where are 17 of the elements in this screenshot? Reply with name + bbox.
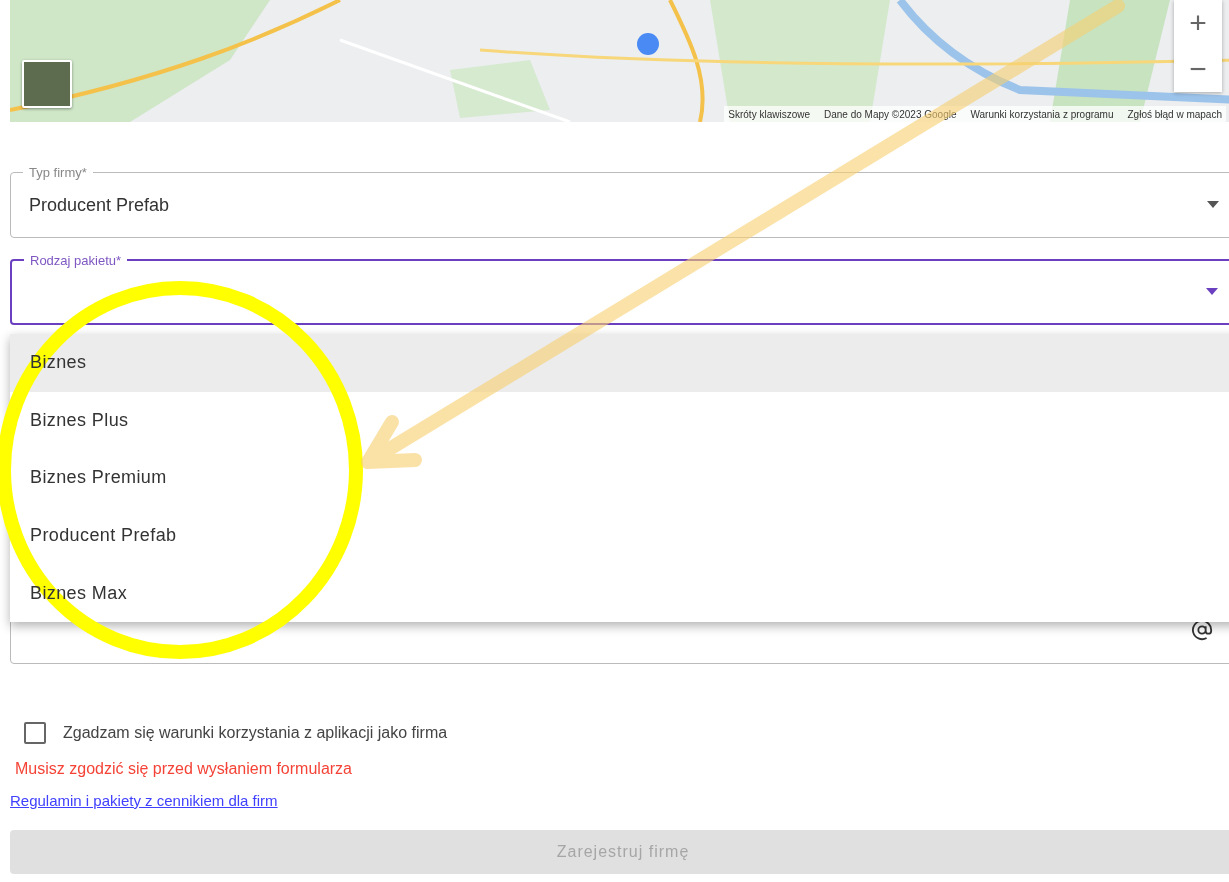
checkbox[interactable] (24, 722, 46, 744)
map-layer-thumbnail[interactable] (22, 60, 72, 108)
field-label: Typ firmy* (23, 165, 93, 180)
error-message: Musisz zgodzić się przed wysłaniem formularza (15, 760, 353, 778)
zoom-in-button[interactable]: + (1174, 0, 1222, 46)
at-icon (1191, 619, 1213, 641)
zoom-out-button[interactable]: − (1174, 46, 1222, 92)
field-value: Producent Prefab (29, 194, 170, 216)
dropdown-caret-icon (1206, 288, 1218, 295)
attribution-link[interactable]: Zgłoś błąd w mapach (1127, 108, 1222, 120)
attribution-link[interactable]: Skróty klawiszowe (728, 108, 810, 120)
dropdown-caret-icon (1207, 201, 1219, 208)
attribution-link[interactable]: Warunki korzystania z programu (970, 108, 1114, 120)
checkbox-label: Zgadzam się warunki korzystania z aplikacji jako firma (63, 724, 448, 742)
attribution-link[interactable]: Dane do Mapy ©2023 Google (824, 108, 957, 120)
terms-link[interactable]: Regulamin i pakiety z cennikiem dla firm (10, 792, 278, 809)
field-label: Rodzaj pakietu* (24, 253, 128, 268)
